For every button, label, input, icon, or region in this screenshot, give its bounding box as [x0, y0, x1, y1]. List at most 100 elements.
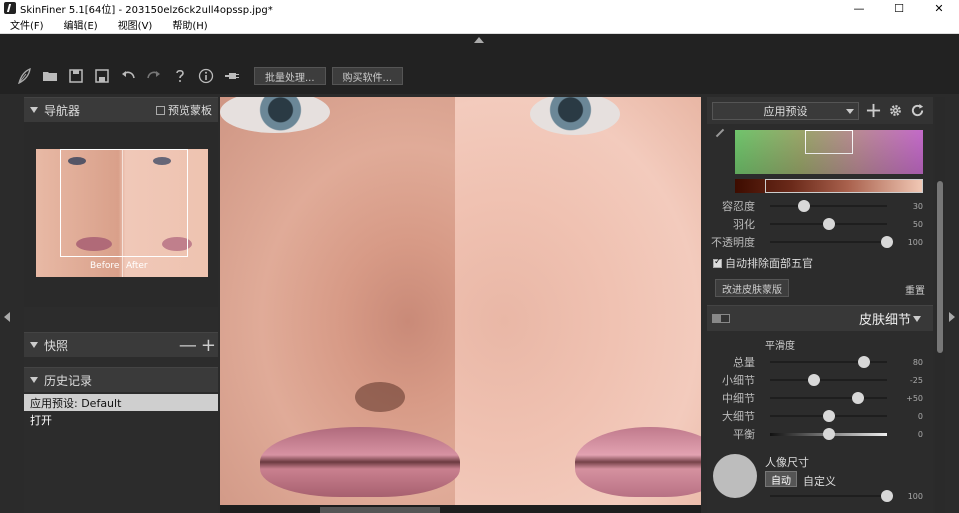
- slider-portrait-size: 100: [707, 487, 933, 505]
- navigator-thumbnail[interactable]: Before After: [36, 149, 208, 277]
- slider-value: -25: [909, 375, 923, 385]
- slider-knob[interactable]: [881, 490, 893, 502]
- feather-logo-icon: [14, 66, 34, 86]
- slider-knob[interactable]: [857, 356, 870, 368]
- add-preset-icon[interactable]: [865, 103, 881, 119]
- lips-before: [260, 427, 460, 497]
- title-bar: SkinFiner 5.1[64位] - 203150elz6ck2ull4op…: [0, 0, 959, 16]
- slider-knob[interactable]: [807, 374, 820, 386]
- history-list: 应用预设: Default 打开: [24, 394, 218, 428]
- auto-exclude-checkbox[interactable]: 自动排除面部五官: [713, 255, 813, 271]
- slider-label: 平衡: [733, 428, 755, 441]
- chevron-down-icon: [846, 108, 854, 114]
- reset-button[interactable]: 重置: [905, 282, 925, 297]
- collapse-left-arrow-icon[interactable]: [4, 312, 10, 322]
- before-label: Before: [90, 261, 120, 271]
- menu-view[interactable]: 视图(V): [108, 17, 163, 32]
- slider-track[interactable]: [770, 397, 887, 399]
- slider-track[interactable]: [770, 495, 887, 497]
- history-title: 历史记录: [44, 373, 93, 388]
- checkbox-icon: [156, 105, 165, 115]
- nostril-shadow: [355, 382, 405, 412]
- auto-button[interactable]: 自动: [765, 471, 797, 487]
- auto-exclude-label: 自动排除面部五官: [725, 257, 813, 270]
- expand-triangle-icon: [30, 377, 38, 383]
- slider-amount: 总量 80: [707, 353, 933, 371]
- buy-software-button[interactable]: 购买软件...: [331, 67, 404, 85]
- slider-value: 30: [912, 201, 923, 211]
- collapse-top-arrow-icon[interactable]: [474, 37, 484, 43]
- menu-file[interactable]: 文件(F): [0, 17, 54, 32]
- save-as-icon[interactable]: [92, 66, 112, 86]
- eyedropper-icon[interactable]: [715, 128, 725, 138]
- slider-label: 中细节: [722, 392, 755, 405]
- expand-triangle-icon: [30, 107, 38, 113]
- info-icon[interactable]: [196, 66, 216, 86]
- history-item[interactable]: 应用预设: Default: [24, 394, 218, 411]
- right-panel-scrollbar[interactable]: [935, 97, 945, 513]
- slider-knob[interactable]: [822, 410, 835, 422]
- slider-knob[interactable]: [797, 200, 810, 212]
- expand-triangle-icon: [30, 342, 38, 348]
- skin-tone-range-bar[interactable]: [735, 179, 923, 193]
- navigator-header[interactable]: 导航器 预览蒙板: [24, 97, 218, 122]
- gear-icon[interactable]: [887, 103, 903, 119]
- slider-track[interactable]: [770, 241, 887, 243]
- plugin-icon[interactable]: [222, 66, 242, 86]
- image-canvas[interactable]: [220, 97, 701, 505]
- lips-after: [575, 427, 701, 497]
- collapse-right-arrow-icon[interactable]: [949, 312, 955, 322]
- menu-help[interactable]: 帮助(H): [162, 17, 217, 32]
- redo-icon[interactable]: [144, 66, 164, 86]
- scrollbar-thumb[interactable]: [937, 181, 943, 353]
- navigator-area: Before After: [24, 122, 218, 307]
- preset-label: 应用预设: [763, 104, 808, 118]
- slider-knob[interactable]: [822, 428, 835, 440]
- batch-process-button[interactable]: 批量处理...: [254, 67, 326, 85]
- add-snapshot-button[interactable]: +: [201, 335, 216, 356]
- open-folder-icon[interactable]: [40, 66, 60, 86]
- minimize-button[interactable]: —: [839, 0, 879, 16]
- slider-track[interactable]: [770, 205, 887, 207]
- history-item[interactable]: 打开: [24, 411, 218, 428]
- preview-mask-checkbox[interactable]: 预览蒙板: [156, 102, 212, 118]
- help-question-icon[interactable]: [170, 66, 190, 86]
- snapshot-title: 快照: [44, 338, 69, 353]
- slider-medium-detail: 中细节 +50: [707, 389, 933, 407]
- remove-snapshot-button[interactable]: —: [179, 335, 197, 356]
- slider-label: 羽化: [733, 218, 755, 231]
- history-header[interactable]: 历史记录: [24, 367, 218, 392]
- portrait-size-label: 人像尺寸: [765, 456, 809, 469]
- after-label: After: [126, 261, 148, 271]
- preset-row: 应用预设: [707, 97, 933, 124]
- toolbar: 批量处理... 购买软件...: [14, 64, 404, 88]
- skin-detail-header[interactable]: 皮肤细节: [707, 305, 933, 331]
- refresh-icon[interactable]: [909, 103, 925, 119]
- tone-range-selection[interactable]: [765, 179, 923, 193]
- window-controls: — ☐ ✕: [839, 0, 959, 16]
- slider-balance: 平衡 0: [707, 425, 933, 443]
- slider-knob[interactable]: [851, 392, 864, 404]
- maximize-button[interactable]: ☐: [879, 0, 919, 16]
- refine-skin-mask-button[interactable]: 改进皮肤蒙版: [715, 279, 789, 297]
- close-button[interactable]: ✕: [919, 0, 959, 16]
- skin-color-picker[interactable]: [735, 130, 923, 174]
- horizontal-scrollbar[interactable]: [320, 507, 440, 513]
- slider-label: 不透明度: [711, 236, 755, 249]
- preset-dropdown[interactable]: 应用预设: [712, 101, 859, 120]
- toggle-switch[interactable]: [712, 314, 730, 323]
- slider-value: 80: [912, 357, 923, 367]
- slider-knob[interactable]: [822, 218, 835, 230]
- skin-detail-title: 皮肤细节: [858, 313, 911, 328]
- undo-icon[interactable]: [118, 66, 138, 86]
- color-selection-box[interactable]: [805, 130, 853, 154]
- save-icon[interactable]: [66, 66, 86, 86]
- slider-large-detail: 大细节 0: [707, 407, 933, 425]
- slider-knob[interactable]: [881, 236, 893, 248]
- expand-triangle-icon: [913, 315, 921, 322]
- slider-tolerance: 容忍度 30: [707, 197, 933, 215]
- snapshot-header[interactable]: 快照 — +: [24, 332, 218, 357]
- viewport-frame[interactable]: [60, 149, 188, 257]
- menu-edit[interactable]: 编辑(E): [54, 17, 108, 32]
- slider-track[interactable]: [770, 379, 887, 381]
